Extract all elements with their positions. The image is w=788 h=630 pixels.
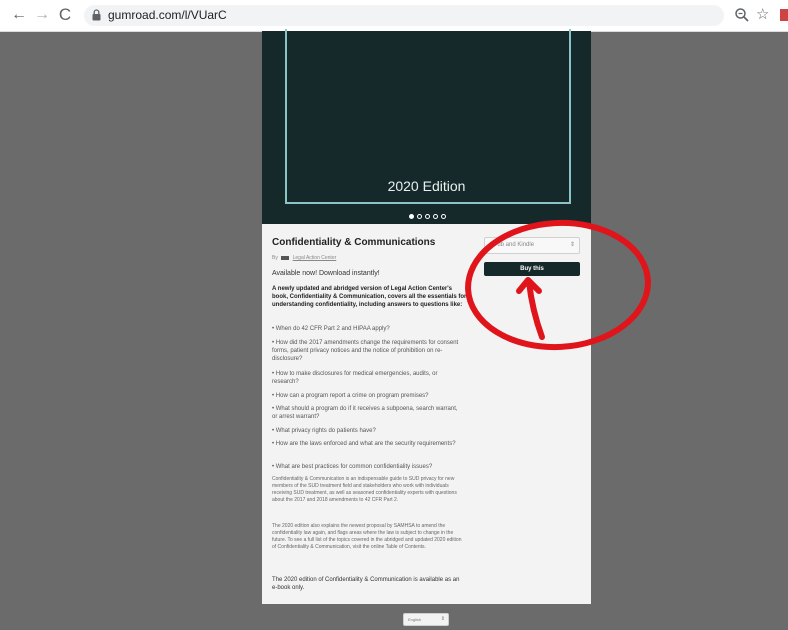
lock-icon <box>92 9 101 21</box>
extension-icon[interactable] <box>780 9 788 21</box>
reload-icon[interactable]: C <box>56 6 74 24</box>
author-logo-icon <box>281 255 290 260</box>
select-caret-icon: ⇕ <box>440 616 445 622</box>
carousel-dot[interactable] <box>433 214 438 219</box>
by-label: By <box>272 255 278 261</box>
format-select-value: ePub and Kindle <box>490 242 535 248</box>
ebook-only-note: The 2020 edition of Confidentiality & Co… <box>272 577 460 591</box>
cover-edition-text: 2020 Edition <box>387 178 466 194</box>
product-card: Confidentiality & Communications By Lega… <box>262 224 591 604</box>
bookmark-star-icon[interactable]: ☆ <box>756 5 769 23</box>
question-item: • What should a program do if it receive… <box>272 406 458 420</box>
question-item: • What privacy rights do patients have? <box>272 428 376 434</box>
description-paragraph: The 2020 edition also explains the newes… <box>272 523 462 550</box>
carousel-dot[interactable] <box>417 214 422 219</box>
format-select[interactable]: ePub and Kindle ⇕ <box>484 237 580 254</box>
description-paragraph: Confidentiality & Communication is an in… <box>272 476 457 503</box>
author-link[interactable]: Legal Action Center <box>293 255 337 261</box>
question-item: • How can a program report a crime on pr… <box>272 393 429 399</box>
language-value: English <box>408 617 422 622</box>
carousel-dot[interactable] <box>409 214 414 219</box>
zoom-icon[interactable] <box>734 7 750 23</box>
buy-button[interactable]: Buy this <box>484 262 580 276</box>
byline: By Legal Action Center <box>272 255 336 261</box>
question-item: • What are best practices for common con… <box>272 464 433 470</box>
question-item: • How to make disclosures for medical em… <box>272 371 438 385</box>
availability-text: Available now! Download instantly! <box>272 270 380 277</box>
back-icon[interactable]: ← <box>10 6 28 24</box>
product-description: A newly updated and abridged version of … <box>272 286 467 308</box>
question-item: • How are the laws enforced and what are… <box>272 441 456 447</box>
url-text: gumroad.com/l/VUarC <box>108 8 227 22</box>
browser-toolbar: ← → C gumroad.com/l/VUarC ☆ <box>0 0 788 32</box>
question-item: • How did the 2017 amendments change the… <box>272 340 459 362</box>
product-cover-image: 2020 Edition <box>262 29 591 224</box>
language-select[interactable]: English ⇕ <box>403 613 449 626</box>
product-title: Confidentiality & Communications <box>272 237 436 248</box>
carousel-dot[interactable] <box>425 214 430 219</box>
question-item: • When do 42 CFR Part 2 and HIPAA apply? <box>272 326 390 332</box>
address-bar[interactable]: gumroad.com/l/VUarC <box>84 5 724 26</box>
forward-icon[interactable]: → <box>33 6 51 24</box>
carousel-dots <box>409 214 446 219</box>
select-caret-icon: ⇕ <box>569 242 575 248</box>
carousel-dot[interactable] <box>441 214 446 219</box>
